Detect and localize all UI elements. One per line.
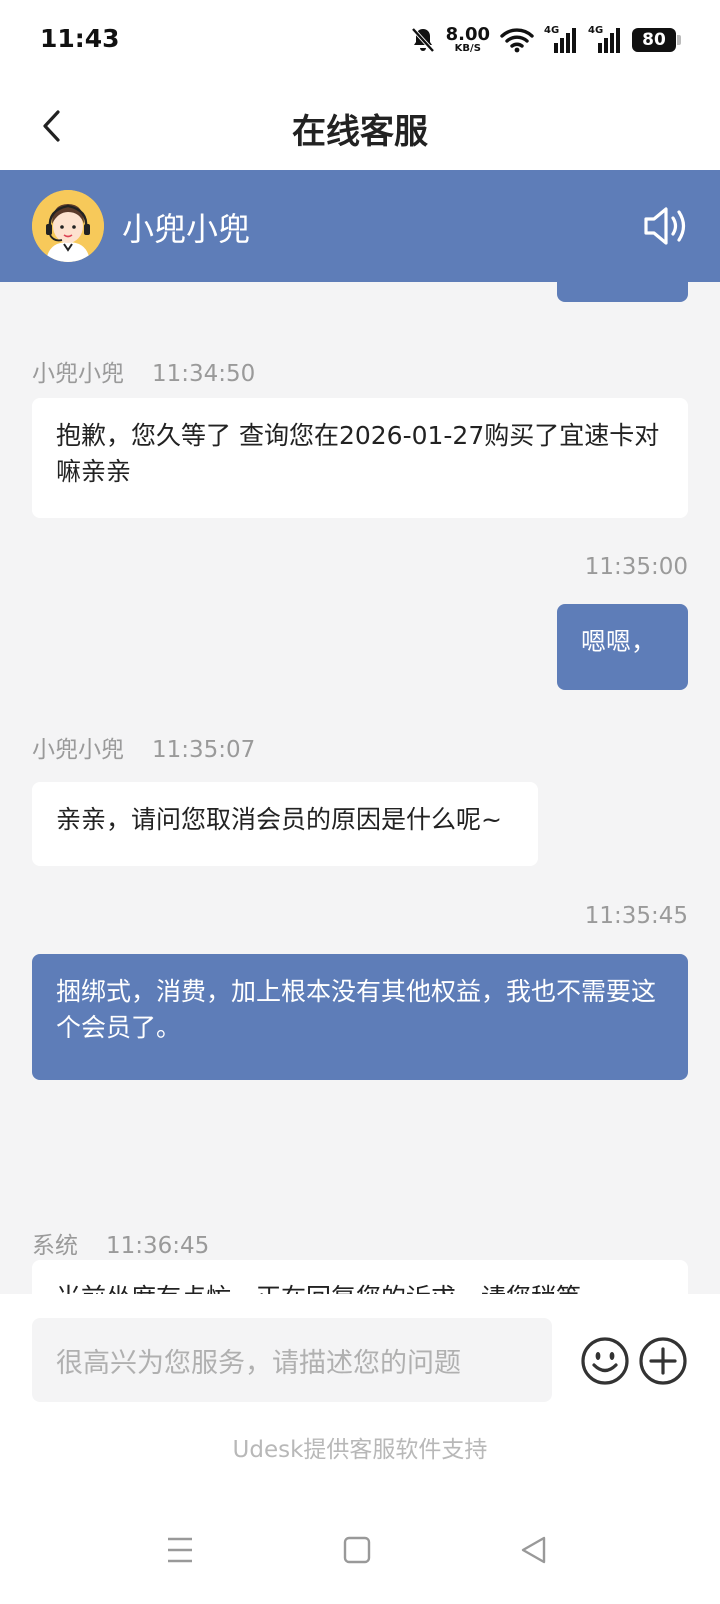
wifi-icon <box>500 28 534 53</box>
speaker-icon <box>644 207 686 245</box>
message-bubble-user-partial <box>557 282 688 302</box>
smiley-icon <box>581 1337 629 1385</box>
message-meta: 小兜小兜 11:35:07 <box>32 730 255 764</box>
square-icon <box>343 1536 371 1564</box>
triangle-back-icon <box>521 1536 546 1564</box>
signal-1: 4G <box>544 25 578 53</box>
network-speed-value: 8.00 <box>445 24 490 45</box>
agent-name: 小兜小兜 <box>122 210 251 248</box>
home-key[interactable] <box>337 1530 377 1570</box>
system-navigation-bar <box>0 1494 720 1604</box>
agent-avatar-icon <box>32 190 104 262</box>
menu-lines-icon <box>168 1537 192 1563</box>
emoji-button[interactable] <box>580 1336 630 1386</box>
message-bubble-user: 嗯嗯， <box>557 604 688 690</box>
network-speed-unit: KB/S <box>454 43 481 54</box>
agent-header: 小兜小兜 <box>0 170 720 282</box>
nav-bar: 在线客服 <box>0 80 720 170</box>
message-time: 11:35:00 <box>584 554 688 580</box>
chat-messages[interactable]: 小兜小兜 11:34:50 抱歉，您久等了 查询您在2026-01-27购买了宜速… <box>0 282 720 1294</box>
composer: 很高兴为您服务，请描述您的问题 Udesk提供客服软件支持 <box>0 1294 720 1494</box>
powered-by-text: Udesk提供客服软件支持 <box>232 1437 488 1463</box>
message-time: 11:36:45 <box>106 1233 210 1259</box>
menu-key[interactable] <box>160 1530 200 1570</box>
status-time: 11:43 <box>40 24 120 53</box>
message-sender: 系统 <box>32 1233 78 1259</box>
message-sender: 小兜小兜 <box>32 737 124 763</box>
network-speed: 8.00 KB/S <box>446 26 490 54</box>
sound-toggle-button[interactable] <box>642 204 690 248</box>
status-icons: 8.00 KB/S 4G 4G 80 <box>410 22 681 58</box>
message-bubble-system: 当前坐席有点忙，正在回复您的诉求，请您稍等 <box>32 1260 688 1294</box>
message-time: 11:34:50 <box>152 361 256 387</box>
message-sender: 小兜小兜 <box>32 361 124 387</box>
signal-1-tag: 4G <box>544 25 560 36</box>
status-bar: 11:43 8.00 KB/S 4G 4G 80 <box>0 0 720 80</box>
message-meta: 小兜小兜 11:34:50 <box>32 354 255 388</box>
message-input[interactable]: 很高兴为您服务，请描述您的问题 <box>32 1318 552 1402</box>
plus-circle-icon <box>639 1337 687 1385</box>
message-time: 11:35:45 <box>584 903 688 929</box>
message-bubble-agent: 抱歉，您久等了 查询您在2026-01-27购买了宜速卡对嘛亲亲 <box>32 398 688 518</box>
message-meta: 系统 11:36:45 <box>32 1226 209 1260</box>
message-bubble-agent: 亲亲，请问您取消会员的原因是什么呢~ <box>32 782 538 866</box>
message-time: 11:35:07 <box>152 737 256 763</box>
page-title: 在线客服 <box>292 112 428 152</box>
signal-2: 4G <box>588 25 622 53</box>
back-key[interactable] <box>514 1530 554 1570</box>
more-button[interactable] <box>638 1336 688 1386</box>
battery-icon: 80 <box>632 28 681 52</box>
agent-avatar <box>32 190 104 262</box>
message-bubble-user: 捆绑式，消费，加上根本没有其他权益，我也不需要这个会员了。 <box>32 954 688 1080</box>
signal-2-tag: 4G <box>588 25 604 36</box>
bell-muted-icon <box>411 27 435 53</box>
